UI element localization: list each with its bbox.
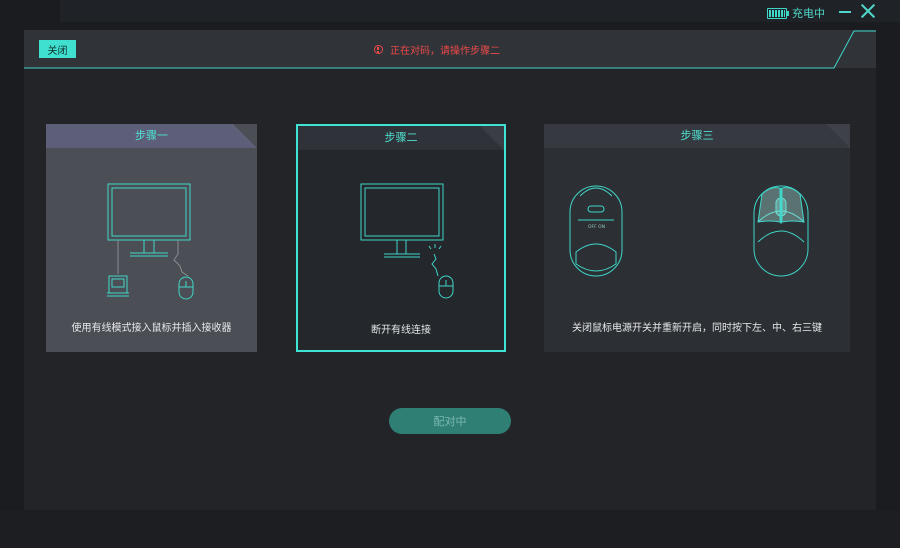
battery-icon: [767, 8, 789, 19]
mouse-top-icon: [753, 185, 809, 277]
pairing-dialog: 关闭 正在对码，请操作步骤二 步骤一 使用有线模式接入鼠标并插入接收器 步骤二 …: [24, 30, 876, 510]
charging-status: 充电中: [792, 7, 825, 20]
bottom-background: [0, 510, 900, 548]
close-button[interactable]: 关闭: [39, 40, 76, 58]
step-text-1: 使用有线模式接入鼠标并插入接收器: [71, 323, 232, 334]
warning-message: 正在对码，请操作步骤二: [374, 42, 500, 57]
step-card-2: 步骤二 断开有线连接: [296, 124, 506, 352]
warning-text: 正在对码，请操作步骤二: [390, 46, 500, 57]
step-card-3: 步骤三 OFF ON 关闭鼠标电源开关并重新开启，同时按下左、中、右三键: [544, 124, 850, 352]
close-window-button[interactable]: [860, 3, 876, 19]
mouse-switch-label: OFF ON: [588, 224, 605, 230]
mouse-bottom-icon: [569, 185, 623, 277]
dialog-header: 关闭 正在对码，请操作步骤二: [24, 30, 876, 69]
warning-icon: [374, 45, 383, 54]
mouse-icon: [438, 275, 454, 299]
mouse-icon: [178, 276, 194, 300]
usb-receiver-icon: [107, 275, 129, 297]
step-text-3: 关闭鼠标电源开关并重新开启，同时按下左、中、右三键: [572, 323, 822, 334]
step-card-1: 步骤一 使用有线模式接入鼠标并插入接收器: [46, 124, 257, 352]
step1-illustration: [107, 183, 194, 300]
step-text-2: 断开有线连接: [371, 325, 431, 336]
pairing-button[interactable]: 配对中: [389, 408, 511, 434]
minimize-button[interactable]: [838, 4, 852, 18]
step2-illustration: [360, 183, 454, 299]
step3-illustration: OFF ON: [569, 185, 809, 277]
monitor-icon: [360, 183, 444, 258]
